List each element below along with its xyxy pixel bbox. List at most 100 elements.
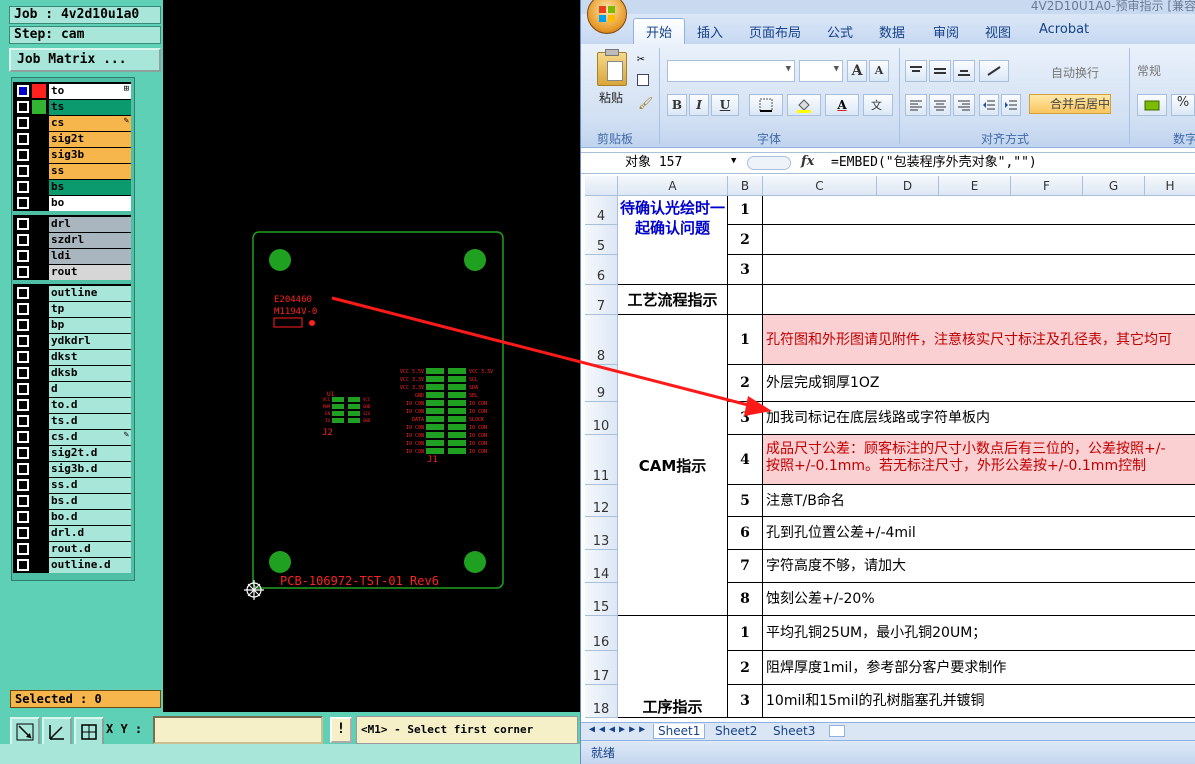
layer-color-swatch[interactable] [32,132,46,146]
cell-c[interactable]: 孔符图和外形图请见附件，注意核实尺寸标注及孔径表，其它均可 [763,315,1195,365]
bold-button[interactable]: B [667,94,687,116]
layer-row-ss-d[interactable]: ss.d [14,477,131,493]
layer-row-bs-d[interactable]: bs.d [14,493,131,509]
cell-b[interactable]: 4 [728,435,763,485]
layer-row-bs[interactable]: bs [14,179,131,195]
grow-font-button[interactable]: A [847,60,867,82]
job-matrix-button[interactable]: Job Matrix ... [9,48,161,72]
layer-checkbox[interactable] [17,165,29,177]
cell-b[interactable]: 3 [728,685,763,718]
layer-row-to[interactable]: to ⊞ [14,83,131,99]
layer-row-bp[interactable]: bp [14,317,131,333]
tab-view[interactable]: 视图 [985,22,1011,41]
layer-color-swatch[interactable] [32,382,46,396]
row-header[interactable]: 15 [585,583,618,616]
layer-color-swatch[interactable] [32,164,46,178]
cell-b[interactable]: 1 [728,616,763,651]
tab-page-layout[interactable]: 页面布局 [749,22,801,41]
layer-checkbox[interactable] [17,266,29,278]
alert-button[interactable]: ! [330,717,352,743]
cell-c[interactable]: 孔到孔位置公差+/-4mil [763,517,1195,550]
layer-checkbox[interactable] [17,351,29,363]
layer-row-to-d[interactable]: to.d [14,397,131,413]
column-header-b[interactable]: B [728,176,763,196]
layer-color-swatch[interactable] [32,265,46,279]
layer-name[interactable]: rout [49,264,131,280]
cell-b[interactable]: 1 [728,196,763,225]
worksheet-grid[interactable]: A B C D E F G H 4 1 5 2 6 3 7 8 1 孔符图和外形图请见附件，注意核… [585,176,1195,722]
layer-checkbox[interactable] [17,447,29,459]
cut-icon[interactable]: ✂ [637,52,645,67]
sheet-nav-arrows-icon[interactable]: ◀◀◀▶▶▶ [589,724,649,735]
layer-name[interactable]: ydkdrl [49,333,131,349]
underline-button[interactable]: U [711,94,739,116]
layer-name[interactable]: bs.d [49,493,131,509]
layer-name[interactable]: rout.d [49,541,131,557]
align-middle-button[interactable] [929,60,951,82]
zoom-area-button[interactable] [10,717,40,747]
sheet-tab-1[interactable]: Sheet1 [653,724,706,739]
layer-color-swatch[interactable] [32,462,46,476]
layer-name[interactable]: sig2t.d [49,445,131,461]
xy-coordinate-input[interactable] [153,716,323,744]
column-header-c[interactable]: C [763,176,877,196]
row-header[interactable]: 16 [585,616,618,651]
font-size-box[interactable]: ▼ [799,60,843,82]
layer-checkbox[interactable] [17,559,29,571]
layer-color-swatch[interactable] [32,350,46,364]
align-center-button[interactable] [929,94,951,116]
cell-b[interactable]: 7 [728,550,763,583]
row-header[interactable]: 13 [585,517,618,550]
layer-checkbox[interactable] [17,415,29,427]
cell-b[interactable]: 2 [728,225,763,255]
wrap-text-button[interactable]: 自动换行 [1051,64,1099,81]
cell-c[interactable]: 平均孔铜25UM，最小孔铜20UM； [763,616,1195,651]
layer-row-outline[interactable]: outline [14,285,131,301]
font-color-button[interactable]: A [825,94,859,116]
layer-name[interactable]: ts.d [49,413,131,429]
layer-name[interactable]: outline.d [49,557,131,573]
row-header[interactable]: 9 [585,365,618,402]
shrink-font-button[interactable]: A [869,60,889,82]
cell-b[interactable]: 8 [728,583,763,616]
layer-color-swatch[interactable] [32,478,46,492]
layer-color-swatch[interactable] [32,510,46,524]
layer-name[interactable]: cs.d [49,429,131,445]
layer-checkbox[interactable] [17,511,29,523]
tab-acrobat[interactable]: Acrobat [1039,22,1089,37]
layer-color-swatch[interactable] [32,542,46,556]
layer-name[interactable]: bs [49,179,131,195]
layer-checkbox[interactable] [17,85,29,97]
cell-c[interactable]: 10mil和15mil的孔树脂塞孔并镀铜 [763,685,1195,718]
layer-name[interactable]: ss.d [49,477,131,493]
layer-color-swatch[interactable] [32,302,46,316]
column-header-h[interactable]: H [1145,176,1195,196]
layer-name[interactable]: d [49,381,131,397]
increase-indent-button[interactable] [1001,94,1021,116]
layer-checkbox[interactable] [17,149,29,161]
cell-b[interactable]: 2 [728,365,763,402]
layer-name[interactable]: bp [49,317,131,333]
cell-c[interactable] [763,255,1195,285]
layer-row-bo[interactable]: bo [14,195,131,211]
layer-row-d[interactable]: d [14,381,131,397]
layer-row-ts[interactable]: ts [14,99,131,115]
tab-data[interactable]: 数据 [879,22,905,41]
italic-button[interactable]: I [689,94,709,116]
layer-name[interactable]: sig3b.d [49,461,131,477]
layer-color-swatch[interactable] [32,318,46,332]
layer-checkbox[interactable] [17,383,29,395]
number-format-box[interactable]: 常规 [1137,62,1161,79]
layer-name[interactable]: ldi [49,248,131,264]
layer-row-ts-d[interactable]: ts.d [14,413,131,429]
layer-name[interactable]: bo.d [49,509,131,525]
layer-row-ss[interactable]: ss [14,163,131,179]
layer-row-szdrl[interactable]: szdrl [14,232,131,248]
formula-input[interactable]: =EMBED("包装程序外壳对象","") [831,153,1037,173]
layer-name[interactable]: bo [49,195,131,211]
graphic-editor-canvas[interactable]: E204460 M1194V-0 PCB-106972-TST-01 Rev6 … [164,0,578,712]
layer-checkbox[interactable] [17,399,29,411]
tab-insert[interactable]: 插入 [697,22,723,41]
align-top-button[interactable] [905,60,927,82]
layer-checkbox[interactable] [17,181,29,193]
